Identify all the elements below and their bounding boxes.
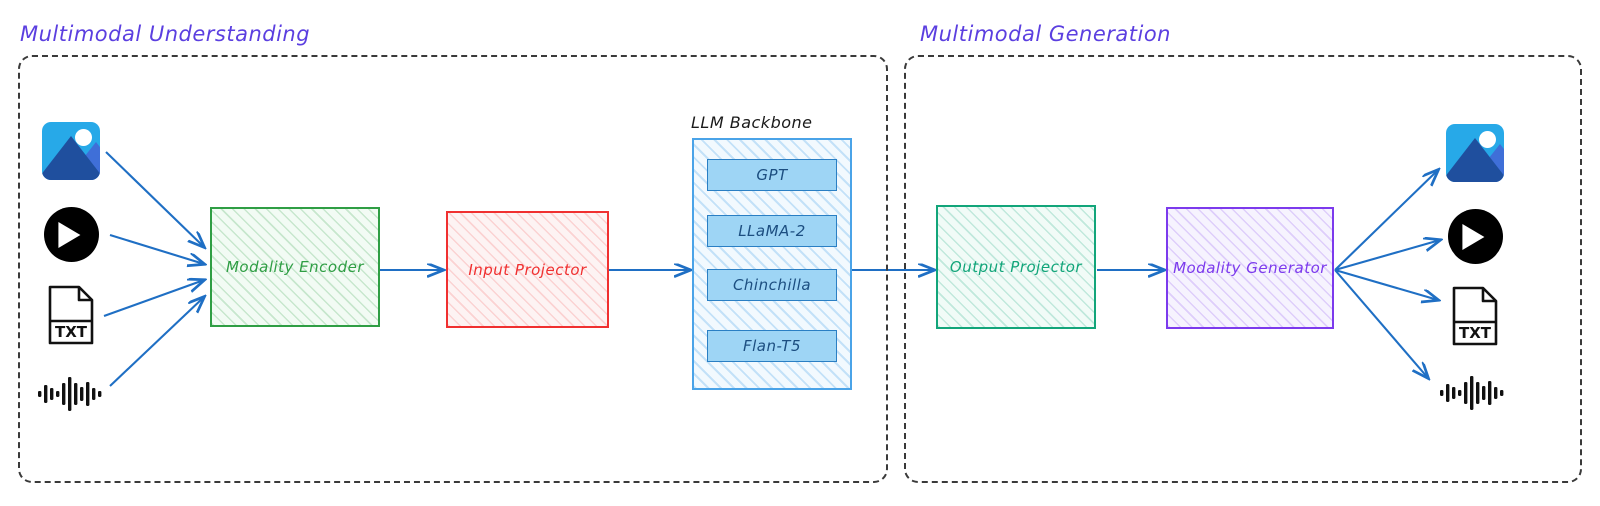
output-modality-video[interactable] <box>1448 209 1503 264</box>
input-modality-image[interactable] <box>42 122 100 180</box>
image-icon <box>1446 124 1504 182</box>
box-input-projector[interactable]: Input Projector <box>446 211 609 328</box>
input-modality-text[interactable]: TXT <box>48 285 94 345</box>
llm-item-flan-t5-label: Flan-T5 <box>742 337 802 355</box>
input-modality-audio[interactable] <box>36 374 104 414</box>
llm-item-llama2-label: LLaMA-2 <box>738 222 806 240</box>
box-modality-generator-label: Modality Generator <box>1173 259 1327 277</box>
diagram-canvas: Multimodal Understanding Multimodal Gene… <box>0 0 1600 506</box>
llm-item-llama2[interactable]: LLaMA-2 <box>707 215 837 247</box>
output-modality-audio[interactable] <box>1438 373 1506 413</box>
llm-item-chinchilla[interactable]: Chinchilla <box>707 269 837 301</box>
text-file-label: TXT <box>55 323 88 341</box>
output-modality-text[interactable]: TXT <box>1452 286 1498 346</box>
llm-item-gpt-label: GPT <box>756 166 788 184</box>
llm-item-flan-t5[interactable]: Flan-T5 <box>707 330 837 362</box>
box-modality-generator[interactable]: Modality Generator <box>1166 207 1334 329</box>
image-icon <box>42 122 100 180</box>
box-output-projector[interactable]: Output Projector <box>936 205 1096 329</box>
llm-backbone-title: LLM Backbone <box>691 113 813 132</box>
box-modality-encoder-label: Modality Encoder <box>225 258 365 276</box>
video-icon <box>1448 209 1503 264</box>
audio-waveform-icon <box>38 377 102 411</box>
output-modality-image[interactable] <box>1446 124 1504 182</box>
text-file-icon: TXT <box>48 285 94 345</box>
box-modality-encoder[interactable]: Modality Encoder <box>210 207 380 327</box>
group-title-understanding: Multimodal Understanding <box>20 22 311 46</box>
text-file-icon: TXT <box>1452 286 1498 346</box>
group-title-generation: Multimodal Generation <box>920 22 1171 46</box>
llm-item-chinchilla-label: Chinchilla <box>732 276 812 294</box>
text-file-label: TXT <box>1459 324 1492 342</box>
box-input-projector-label: Input Projector <box>468 260 587 279</box>
video-icon <box>44 207 99 262</box>
llm-item-gpt[interactable]: GPT <box>707 159 837 191</box>
audio-waveform-icon <box>1440 376 1504 410</box>
box-output-projector-label: Output Projector <box>949 258 1083 276</box>
input-modality-video[interactable] <box>44 207 99 262</box>
